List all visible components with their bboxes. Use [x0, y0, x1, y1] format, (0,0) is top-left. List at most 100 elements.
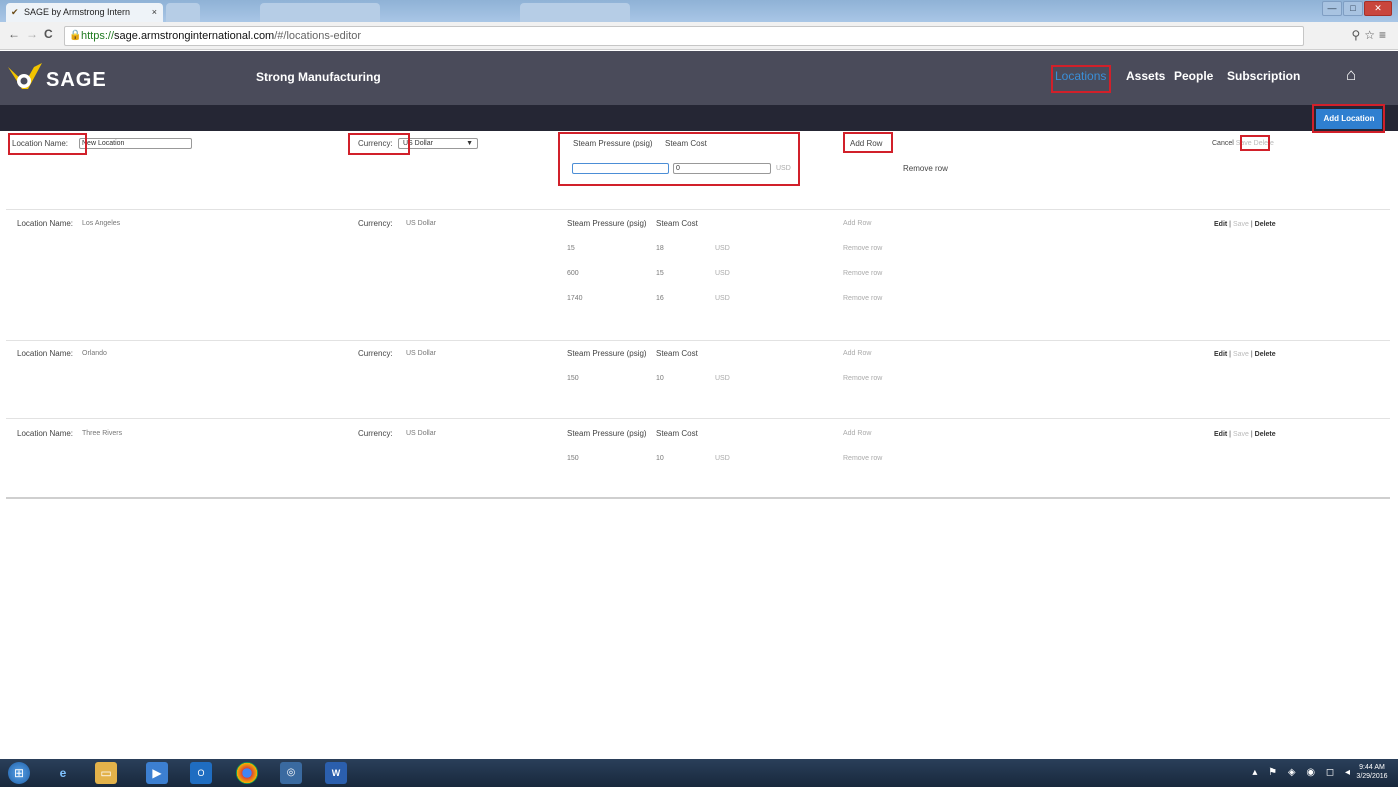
app-header: SAGE Strong Manufacturing Locations Asse… [0, 51, 1398, 105]
save-link[interactable]: Save [1233, 221, 1249, 228]
remove-row-link[interactable]: Remove row [843, 375, 882, 382]
save-link[interactable]: Save [1233, 351, 1249, 358]
chevron-down-icon: ▼ [466, 140, 473, 147]
internet-explorer-icon[interactable]: e [52, 762, 74, 784]
unit-value: USD [715, 455, 730, 462]
nav-people[interactable]: People [1174, 69, 1213, 83]
taskbar-clock[interactable]: 9:44 AM 3/29/2016 [1354, 763, 1390, 781]
location-name-value: Three Rivers [82, 430, 123, 437]
system-tray-icons[interactable]: ▴ ⚑ ◈ ◉ ◻ ◂ [1252, 767, 1354, 778]
highlight-steam-table [558, 132, 800, 186]
forward-arrow-icon[interactable]: → [26, 27, 38, 41]
company-name: Strong Manufacturing [256, 70, 381, 84]
browser-tab-active[interactable]: ✔ SAGE by Armstrong Intern × [6, 3, 163, 22]
browser-tab-new[interactable] [166, 3, 200, 22]
remove-row-link[interactable]: Remove row [843, 245, 882, 252]
browser-toolbar: ← → C 🔒 https://sage.armstronginternatio… [0, 22, 1398, 50]
cost-value: 16 [656, 295, 664, 302]
window-controls: — □ ✕ [1322, 1, 1392, 16]
remove-row-link[interactable]: Remove row [903, 164, 948, 173]
delete-link[interactable]: Delete [1255, 351, 1276, 358]
pressure-value: 150 [567, 375, 579, 382]
location-actions: Edit | Save | Delete [1214, 221, 1276, 228]
cost-value: 18 [656, 245, 664, 252]
chrome-icon[interactable] [236, 762, 258, 784]
steam-pressure-header: Steam Pressure (psig) [567, 429, 647, 438]
cost-value: 10 [656, 375, 664, 382]
unit-value: USD [715, 295, 730, 302]
location-name-input[interactable]: New Location [79, 138, 192, 149]
sage-favicon-icon: ✔ [11, 7, 19, 17]
maximize-icon[interactable]: □ [1343, 1, 1363, 16]
currency-value: US Dollar [406, 220, 436, 227]
save-link[interactable]: Save [1233, 431, 1249, 438]
highlight-add-row [843, 132, 893, 153]
location-name-label: Location Name: [17, 219, 74, 228]
home-icon[interactable]: ⌂ [1346, 65, 1356, 85]
highlight-save [1240, 135, 1270, 151]
highlight-currency [348, 133, 410, 155]
highlight-add-location [1312, 104, 1385, 133]
nav-assets[interactable]: Assets [1126, 69, 1165, 83]
steam-cost-header: Steam Cost [656, 219, 698, 228]
remove-row-link[interactable]: Remove row [843, 455, 882, 462]
edit-link[interactable]: Edit [1214, 431, 1227, 438]
browser-tab-strip: ✔ SAGE by Armstrong Intern × — □ ✕ [0, 0, 1398, 22]
sub-header: Add Location [0, 105, 1398, 131]
currency-value: US Dollar [406, 430, 436, 437]
close-window-icon[interactable]: ✕ [1364, 1, 1392, 16]
logo-text: SAGE [46, 69, 107, 91]
delete-link[interactable]: Delete [1255, 431, 1276, 438]
location-name-label: Location Name: [17, 429, 74, 438]
steam-cost-header: Steam Cost [656, 349, 698, 358]
start-button-icon[interactable]: ⊞ [8, 762, 30, 784]
minimize-icon[interactable]: — [1322, 1, 1342, 16]
add-row-link[interactable]: Add Row [843, 350, 871, 357]
location-name-label: Location Name: [17, 349, 74, 358]
pressure-value: 15 [567, 245, 575, 252]
highlight-locations-nav [1051, 65, 1111, 93]
browser-tab-background[interactable] [520, 3, 630, 22]
owl-logo-icon [8, 63, 42, 89]
unit-value: USD [715, 375, 730, 382]
file-explorer-icon[interactable]: ▭ [95, 762, 117, 784]
browser-toolbar-icons[interactable]: ⚲☆≡ [1351, 28, 1390, 42]
location-name-value: Orlando [82, 350, 107, 357]
location-actions: Edit | Save | Delete [1214, 351, 1276, 358]
outlook-icon[interactable]: O [190, 762, 212, 784]
add-row-link[interactable]: Add Row [843, 220, 871, 227]
currency-select[interactable]: US Dollar ▼ [398, 138, 478, 149]
browser-tab-background[interactable] [260, 3, 380, 22]
url-scheme: https:// [81, 30, 115, 42]
pressure-value: 150 [567, 455, 579, 462]
word-icon[interactable]: W [325, 762, 347, 784]
list-bottom-border [6, 497, 1390, 499]
pressure-value: 600 [567, 270, 579, 277]
back-arrow-icon[interactable]: ← [8, 27, 20, 41]
lock-icon: 🔒 [69, 30, 82, 41]
nav-subscription[interactable]: Subscription [1227, 69, 1300, 83]
media-player-icon[interactable]: ▶ [146, 762, 168, 784]
url-path: /#/locations-editor [274, 30, 362, 42]
row-divider [6, 209, 1390, 210]
address-bar[interactable]: 🔒 https://sage.armstronginternational.co… [64, 26, 1304, 46]
url-host: sage.armstronginternational.com [114, 30, 275, 42]
tab-close-icon[interactable]: × [152, 3, 157, 21]
edit-link[interactable]: Edit [1214, 351, 1227, 358]
currency-label: Currency: [358, 429, 393, 438]
remove-row-link[interactable]: Remove row [843, 270, 882, 277]
edit-link[interactable]: Edit [1214, 221, 1227, 228]
add-row-link[interactable]: Add Row [843, 430, 871, 437]
remove-row-link[interactable]: Remove row [843, 295, 882, 302]
currency-label: Currency: [358, 219, 393, 228]
highlight-location-name [8, 133, 87, 155]
location-name-value: Los Angeles [82, 220, 121, 227]
windows-taskbar: ⊞ e ▭ ▶ O ◎ W ▴ ⚑ ◈ ◉ ◻ ◂ 9:44 AM 3/29/2… [0, 759, 1398, 787]
delete-link[interactable]: Delete [1255, 221, 1276, 228]
reload-icon[interactable]: C [44, 27, 53, 41]
clock-date: 3/29/2016 [1356, 773, 1388, 780]
remote-desktop-icon[interactable]: ◎ [280, 762, 302, 784]
row-divider [6, 418, 1390, 419]
sage-logo[interactable]: SAGE [6, 59, 126, 97]
cancel-link[interactable]: Cancel [1212, 140, 1234, 147]
